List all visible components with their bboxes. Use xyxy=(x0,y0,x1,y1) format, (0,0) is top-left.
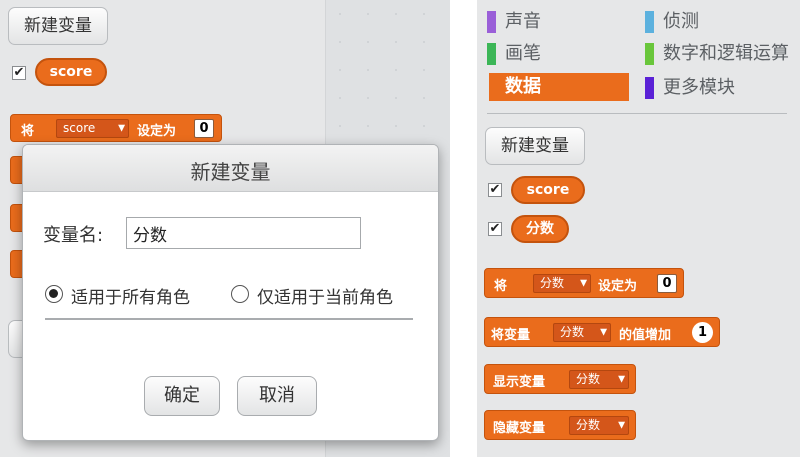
variable-dropdown[interactable]: 分数 ▼ xyxy=(569,416,629,435)
category-data[interactable]: 数据 xyxy=(489,73,629,101)
all-sprites-label[interactable]: 适用于所有角色 xyxy=(71,283,190,308)
category-sound[interactable]: 声音 xyxy=(487,8,627,36)
variable-dropdown[interactable]: 分数 ▼ xyxy=(569,370,629,389)
category-separator xyxy=(487,113,787,114)
category-label: 画笔 xyxy=(505,43,541,64)
variable-dropdown-value: score xyxy=(63,121,96,135)
chevron-down-icon: ▼ xyxy=(600,327,607,337)
this-sprite-radio[interactable] xyxy=(231,285,249,303)
cancel-button[interactable]: 取消 xyxy=(237,376,317,416)
set-block-label: 将 xyxy=(494,279,508,294)
set-variable-block[interactable]: 将 分数 ▼ 设定为 0 xyxy=(484,268,684,298)
variable-dropdown-value: 分数 xyxy=(576,372,601,386)
variable-dropdown-value: 分数 xyxy=(560,325,585,339)
chevron-down-icon: ▼ xyxy=(580,278,587,288)
category-operators[interactable]: 数字和逻辑运算 xyxy=(645,40,795,68)
category-color-swatch xyxy=(645,43,654,65)
dialog-title: 新建变量 xyxy=(190,160,271,184)
category-pen[interactable]: 画笔 xyxy=(487,40,627,68)
variable-dropdown[interactable]: 分数 ▼ xyxy=(533,274,591,293)
category-label: 侦测 xyxy=(663,11,699,32)
category-color-swatch xyxy=(645,77,654,99)
fenshu-checkbox[interactable]: ✔ xyxy=(488,222,502,236)
this-sprite-label[interactable]: 仅适用于当前角色 xyxy=(257,283,393,308)
score-reporter[interactable]: score xyxy=(511,176,585,204)
new-variable-button[interactable]: 新建变量 xyxy=(485,127,585,165)
fenshu-reporter[interactable]: 分数 xyxy=(511,215,569,243)
variable-dropdown-value: 分数 xyxy=(576,418,601,432)
set-block-suffix: 设定为 xyxy=(137,124,177,139)
change-block-suffix: 的值增加 xyxy=(619,328,672,343)
category-label: 数据 xyxy=(505,76,541,97)
variable-name-label: 变量名: xyxy=(43,225,104,246)
score-reporter[interactable]: score xyxy=(35,58,107,86)
category-color-swatch xyxy=(487,43,496,65)
hide-block-label: 隐藏变量 xyxy=(493,421,546,436)
variable-dropdown[interactable]: score ▼ xyxy=(56,119,129,138)
category-sensing[interactable]: 侦测 xyxy=(645,8,795,36)
new-variable-button[interactable]: 新建变量 xyxy=(8,7,108,45)
chevron-down-icon: ▼ xyxy=(118,123,125,133)
variable-name-input[interactable] xyxy=(126,217,361,249)
change-block-prefix: 将变量 xyxy=(491,328,531,343)
chevron-down-icon: ▼ xyxy=(618,420,625,430)
all-sprites-radio[interactable] xyxy=(45,285,63,303)
show-variable-block[interactable]: 显示变量 分数 ▼ xyxy=(484,364,636,394)
left-screenshot-panel: 新建变量 ✔ score 将 score ▼ 设定为 0 新建变量 变量名: 适… xyxy=(0,0,450,457)
category-more-blocks[interactable]: 更多模块 xyxy=(645,74,795,102)
new-variable-dialog: 新建变量 变量名: 适用于所有角色 仅适用于当前角色 确定 取消 xyxy=(22,144,439,441)
hide-variable-block[interactable]: 隐藏变量 分数 ▼ xyxy=(484,410,636,440)
chevron-down-icon: ▼ xyxy=(618,374,625,384)
change-amount-input[interactable]: 1 xyxy=(692,322,713,343)
category-color-swatch xyxy=(487,11,496,33)
category-label: 数字和逻辑运算 xyxy=(663,43,789,64)
variable-dropdown[interactable]: 分数 ▼ xyxy=(553,323,611,342)
value-input[interactable]: 0 xyxy=(194,119,214,138)
set-block-suffix: 设定为 xyxy=(598,279,638,294)
score-checkbox[interactable]: ✔ xyxy=(12,66,26,80)
category-label: 声音 xyxy=(505,11,541,32)
show-block-label: 显示变量 xyxy=(493,375,546,390)
change-variable-block[interactable]: 将变量 分数 ▼ 的值增加 1 xyxy=(484,317,720,347)
dialog-divider xyxy=(45,318,413,320)
value-input[interactable]: 0 xyxy=(657,274,677,293)
score-checkbox[interactable]: ✔ xyxy=(488,183,502,197)
variable-dropdown-value: 分数 xyxy=(540,276,565,290)
category-color-swatch xyxy=(645,11,654,33)
category-label: 更多模块 xyxy=(663,77,735,98)
set-block-label: 将 xyxy=(21,124,35,139)
right-screenshot-panel: 声音 侦测 画笔 数字和逻辑运算 数据 更多模块 新建变量 ✔ score ✔ … xyxy=(477,0,800,457)
ok-button[interactable]: 确定 xyxy=(144,376,220,416)
dialog-titlebar[interactable]: 新建变量 xyxy=(23,145,438,192)
set-variable-block[interactable]: 将 score ▼ 设定为 0 xyxy=(10,114,222,142)
